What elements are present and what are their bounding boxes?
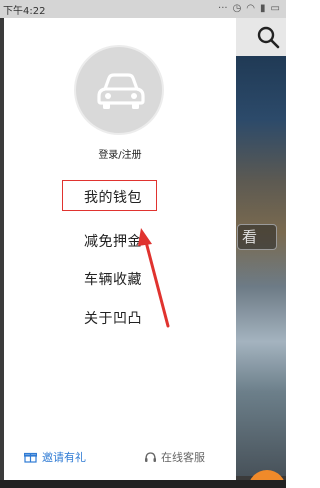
navigation-bar (0, 480, 286, 488)
gift-icon (24, 452, 37, 463)
red-arrow-annotation (138, 228, 170, 328)
signal-icon: ▮ (260, 3, 266, 14)
status-bar: 下午4:22 ··· ◷ ◠ ▮ ▭ (0, 0, 286, 18)
status-icons: ··· ◷ ◠ ▮ ▭ (218, 3, 280, 15)
avatar[interactable] (74, 45, 164, 135)
side-drawer: 登录/注册 我的钱包 减免押金 车辆收藏 关于凹凸 邀请有礼 在线客服 (4, 18, 236, 480)
service-label: 在线客服 (161, 451, 205, 464)
login-register-link[interactable]: 登录/注册 (4, 146, 236, 161)
wifi-icon: ◠ (246, 3, 256, 14)
search-icon[interactable] (255, 24, 281, 50)
online-service-button[interactable]: 在线客服 (144, 449, 205, 465)
background-car-image (236, 56, 286, 476)
drawer-bottom-bar: 邀请有礼 在线客服 (4, 443, 236, 473)
more-icon: ··· (218, 3, 228, 14)
headset-icon (145, 451, 156, 462)
car-icon (97, 73, 145, 109)
menu-item-wallet[interactable]: 我的钱包 (84, 187, 142, 207)
alarm-icon: ◷ (232, 3, 242, 14)
invite-button[interactable]: 邀请有礼 (24, 449, 86, 465)
background-view-button: 看 (237, 224, 277, 250)
status-time: 下午4:22 (3, 6, 46, 17)
battery-icon: ▭ (270, 3, 280, 14)
invite-label: 邀请有礼 (42, 451, 86, 464)
